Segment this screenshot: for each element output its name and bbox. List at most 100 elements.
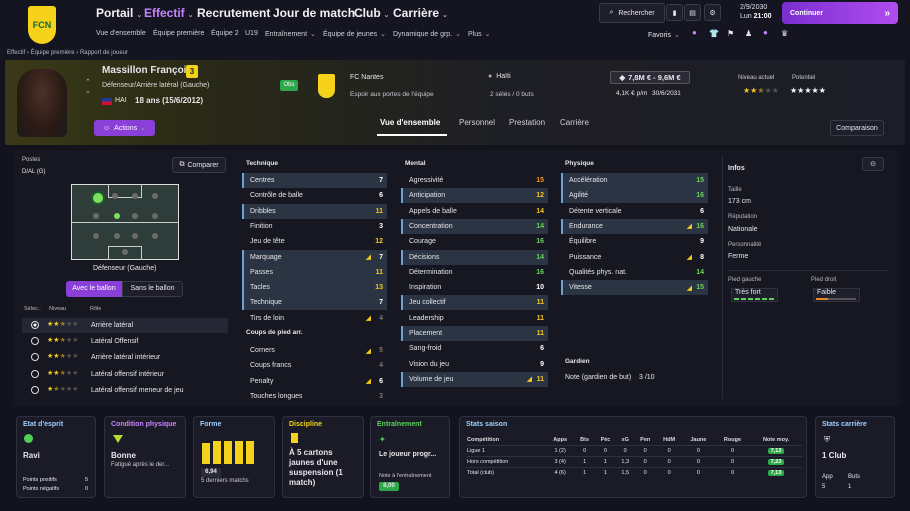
- subnav-item[interactable]: Dynamique de grp. ⌄: [393, 30, 461, 38]
- reputation-value: Nationale: [728, 226, 758, 233]
- stats-cell: 0: [667, 448, 671, 454]
- subnav-item[interactable]: Équipe 2: [211, 30, 239, 37]
- subnav-item[interactable]: Équipe de jeunes ⌄: [323, 30, 386, 38]
- inbox-icon[interactable]: ▮: [666, 4, 683, 21]
- season-stats-card[interactable]: Stats saison Compétition Apps Bts Péc xG Pen H…: [459, 416, 807, 498]
- role-row[interactable]: ★★★★★ Latéral offensif intérieur: [22, 367, 228, 382]
- attribute-value: 7: [379, 253, 383, 261]
- attribute-row: Passes 11: [242, 264, 387, 280]
- role-row[interactable]: ★★★★★ Latéral Offensif: [22, 334, 228, 349]
- comparison-button[interactable]: Comparaison: [830, 120, 884, 136]
- nav-menu-0[interactable]: Portail ⌄: [96, 6, 142, 20]
- nav-menu-1[interactable]: Effectif ⌄: [144, 6, 194, 20]
- club-name[interactable]: FC Nantes: [350, 74, 383, 81]
- attribute-value: 7: [379, 299, 383, 307]
- tab-career[interactable]: Carrière: [560, 118, 589, 127]
- info-menu-icon[interactable]: ⊙: [862, 157, 884, 171]
- observation-badge[interactable]: Obs: [280, 80, 298, 91]
- mood-card[interactable]: Etat d'esprit Ravi Points positifs 5 Poi…: [16, 416, 96, 498]
- role-stars: ★★★★★: [47, 385, 79, 393]
- subnav-item[interactable]: U19: [245, 30, 258, 37]
- chevron-down-icon[interactable]: ⌄: [85, 87, 91, 95]
- country[interactable]: ● Haïti: [488, 73, 511, 80]
- radio-button[interactable]: [31, 369, 39, 378]
- nav-menu-5[interactable]: Carrière ⌄: [393, 6, 448, 20]
- stats-cell: 1: [583, 459, 587, 465]
- stats-col-header: HdM: [663, 437, 676, 443]
- stats-cell: 4 (6): [554, 470, 566, 476]
- shirt-number: 3: [186, 65, 198, 78]
- person-icon: ☺: [103, 124, 111, 132]
- subnav-item[interactable]: Équipe première: [153, 30, 204, 37]
- tactics-icon[interactable]: ⚑: [727, 29, 734, 38]
- attribute-value: 11: [536, 314, 544, 322]
- caps: 2 sélés / 0 buts: [490, 91, 534, 98]
- condition-card[interactable]: Condition physique Bonne Fatigué après l…: [104, 416, 186, 498]
- club-logo[interactable]: FCN: [28, 6, 56, 44]
- attribute-value: 8: [700, 253, 704, 261]
- role-row[interactable]: ★★★★★ Arrière latéral intérieur: [22, 350, 228, 365]
- trophy-icon[interactable]: ♛: [781, 29, 788, 38]
- attribute-value: 6: [379, 377, 383, 385]
- compare-button[interactable]: ⧉ Comparer: [172, 157, 226, 173]
- nav-menu-2[interactable]: Recrutement ⌄: [197, 6, 279, 20]
- radio-button[interactable]: [31, 337, 39, 346]
- notification-icon[interactable]: ●: [763, 28, 768, 37]
- stats-row[interactable]: Ligue 1 1 (2) 0 0 0 0 0 0 0 7,13: [466, 445, 802, 457]
- radio-button[interactable]: [31, 353, 39, 362]
- stats-col-header: Pen: [640, 437, 651, 443]
- stats-cell: 0: [667, 459, 671, 465]
- subnav-item[interactable]: Entraînement ⌄: [265, 30, 316, 38]
- star-icon[interactable]: ●: [692, 28, 697, 37]
- stats-row[interactable]: Hors compétition 3 (4) 1 1 1,3 0 0 0 0 7,23: [466, 456, 802, 468]
- stats-row[interactable]: Total (club) 4 (6) 1 1 1,5 0 0 0 0 7,13: [466, 467, 802, 479]
- squad-icon[interactable]: ♟: [745, 29, 752, 38]
- chevron-up-icon[interactable]: ⌃: [85, 78, 91, 86]
- attribute-value: 12: [536, 192, 544, 200]
- search-button[interactable]: ⌕ Rechercher: [599, 3, 665, 23]
- attribute-row: Endurance ◢ 16: [561, 218, 708, 234]
- continue-button[interactable]: Continuer»: [782, 2, 898, 24]
- nav-menu-3[interactable]: Jour de match ⌄: [273, 6, 364, 20]
- calendar-icon[interactable]: ▤: [684, 4, 701, 21]
- attribute-value: 3: [379, 392, 383, 400]
- attribute-row: Détente verticale 6: [561, 204, 708, 219]
- tab-overview[interactable]: Vue d'ensemble: [380, 118, 440, 127]
- attribute-row: Jeu collectif 11: [401, 295, 548, 311]
- radio-button[interactable]: [31, 321, 39, 329]
- discipline-card[interactable]: Discipline À 5 cartons jaunes d'une susp…: [282, 416, 364, 498]
- actions-button[interactable]: ☺ Actions ⌄: [94, 120, 155, 136]
- arrow-up-icon: ◢: [686, 284, 692, 292]
- career-stats-card[interactable]: Stats carrière ⛨ 1 Club App 5 Buts 1: [815, 416, 895, 498]
- nav-menu-4[interactable]: Club ⌄: [354, 6, 390, 20]
- shirt-icon[interactable]: 👕: [709, 29, 719, 38]
- role-row[interactable]: ★★★★★ Latéral offensif meneur de jeu: [22, 383, 228, 398]
- stats-cell: 0: [667, 470, 671, 476]
- gear-icon[interactable]: ⚙: [704, 4, 721, 21]
- attribute-row: Équilibre 9: [561, 234, 708, 249]
- without-ball-toggle[interactable]: Sans le ballon: [122, 281, 183, 297]
- attribute-value: 12: [375, 238, 383, 246]
- stats-cell: 1,5: [621, 470, 630, 476]
- attribute-name: Puissance: [569, 253, 602, 261]
- personality-value: Ferme: [728, 253, 749, 260]
- attribute-name: Jeu collectif: [409, 299, 446, 307]
- form-bar: [235, 441, 243, 464]
- form-card[interactable]: Forme 6,94 5 derniers matchs: [193, 416, 275, 498]
- radio-button[interactable]: [31, 385, 39, 394]
- subnav-item[interactable]: Plus ⌄: [468, 30, 491, 38]
- attribute-row: Sang-froid 6: [401, 341, 548, 356]
- attribute-value: 4: [379, 314, 383, 322]
- attribute-value: 16: [696, 222, 704, 230]
- search-icon: ⌕: [609, 9, 614, 16]
- tab-personal[interactable]: Personnel: [459, 118, 495, 127]
- with-ball-toggle[interactable]: Avec le ballon: [66, 281, 122, 297]
- attribute-value: 15: [696, 284, 704, 292]
- favoris-menu[interactable]: Favoris ⌄: [648, 31, 680, 39]
- training-card[interactable]: Entraînement ✦ Le joueur progr... Note à…: [370, 416, 450, 498]
- role-name: Latéral Offensif: [91, 338, 139, 346]
- role-row[interactable]: ★★★★★ Arrière latéral: [22, 318, 228, 333]
- attribute-row: Appels de balle 14: [401, 204, 548, 219]
- tab-performance[interactable]: Prestation: [509, 118, 545, 127]
- subnav-item[interactable]: Vue d'ensemble: [96, 30, 146, 37]
